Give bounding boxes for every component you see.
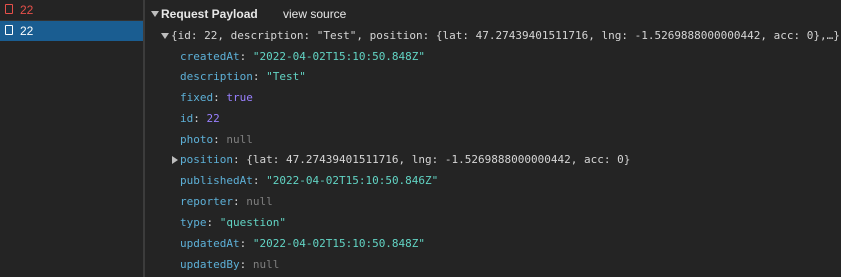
property-value: "question" bbox=[219, 216, 286, 229]
property-key: photo bbox=[180, 133, 214, 146]
property-row: fixed: true bbox=[180, 91, 253, 104]
property-row: type: "question" bbox=[180, 216, 286, 229]
request-list: 22 22 bbox=[0, 0, 143, 277]
property-value: true bbox=[226, 91, 253, 104]
property-key: type bbox=[180, 216, 207, 229]
request-name: 22 bbox=[20, 3, 34, 17]
property-value: "Test" bbox=[266, 70, 306, 83]
property-key: id bbox=[180, 112, 194, 125]
property-key: publishedAt bbox=[180, 174, 253, 187]
payload-panel: Request Payload view source {id: 22, des… bbox=[145, 0, 841, 277]
property-key: position bbox=[180, 153, 233, 166]
payload-summary-text: {id: 22, description: "Test", position: … bbox=[171, 29, 840, 42]
property-value: "2022-04-02T15:10:50.848Z" bbox=[252, 237, 426, 250]
request-payload-header[interactable]: Request Payload view source bbox=[145, 4, 841, 24]
property-key: createdAt bbox=[180, 50, 240, 63]
property-key: updatedBy bbox=[180, 258, 240, 271]
property-value: null bbox=[246, 195, 273, 208]
collapse-triangle-icon[interactable] bbox=[161, 33, 169, 39]
property-row: updatedBy: null bbox=[180, 258, 280, 271]
expand-triangle-icon[interactable] bbox=[172, 156, 178, 164]
property-row: reporter: null bbox=[180, 195, 273, 208]
request-item-error[interactable]: 22 bbox=[0, 0, 143, 21]
property-row: id: 22 bbox=[180, 112, 220, 125]
payload-summary[interactable]: {id: 22, description: "Test", position: … bbox=[145, 26, 841, 46]
property-row: createdAt: "2022-04-02T15:10:50.848Z" bbox=[180, 50, 426, 63]
property-value: 22 bbox=[206, 112, 220, 125]
document-icon bbox=[5, 4, 13, 14]
property-key: fixed bbox=[180, 91, 214, 104]
property-value: "2022-04-02T15:10:50.846Z" bbox=[266, 174, 439, 187]
section-title: Request Payload bbox=[161, 7, 258, 21]
property-value: {lat: 47.27439401511716, lng: -1.5269888… bbox=[246, 153, 631, 166]
property-row-expandable[interactable]: position: {lat: 47.27439401511716, lng: … bbox=[145, 150, 841, 170]
view-source-link[interactable]: view source bbox=[283, 4, 346, 24]
property-row: description: "Test" bbox=[180, 70, 306, 83]
property-value: "2022-04-02T15:10:50.848Z" bbox=[252, 50, 426, 63]
property-row: publishedAt: "2022-04-02T15:10:50.846Z" bbox=[180, 174, 439, 187]
property-key: reporter bbox=[180, 195, 233, 208]
property-value: null bbox=[252, 258, 280, 271]
property-key: description bbox=[180, 70, 253, 83]
property-value: null bbox=[226, 133, 253, 146]
document-icon bbox=[5, 25, 13, 35]
property-row: photo: null bbox=[180, 133, 253, 146]
request-name: 22 bbox=[20, 24, 34, 38]
property-key: updatedAt bbox=[180, 237, 240, 250]
property-row: updatedAt: "2022-04-02T15:10:50.848Z" bbox=[180, 237, 426, 250]
collapse-triangle-icon[interactable] bbox=[151, 11, 159, 17]
request-item-selected[interactable]: 22 bbox=[0, 21, 143, 41]
